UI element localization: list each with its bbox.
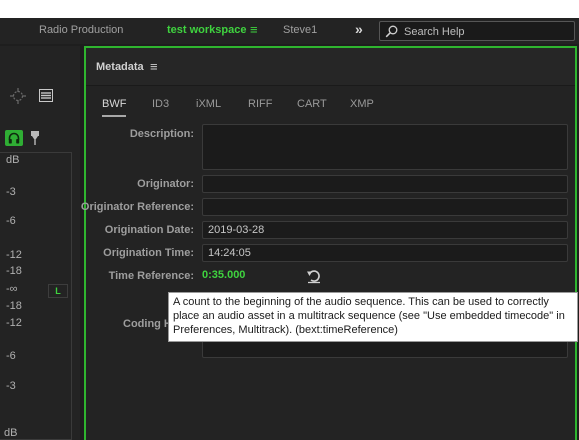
crosshair-icon[interactable] — [10, 88, 26, 104]
meter-label: -18 — [6, 300, 22, 312]
workspace-bar: Radio Production test workspace ≡ Steve1… — [0, 18, 579, 44]
time-reference-value[interactable]: 0:35.000 — [202, 269, 245, 281]
reset-icon[interactable] — [306, 268, 322, 284]
meter-label: -3 — [6, 380, 16, 392]
pin-icon[interactable] — [30, 130, 40, 146]
headphone-monitor-button[interactable] — [5, 130, 23, 146]
meter-header-unit: dB — [6, 154, 20, 166]
time-reference-label: Time Reference: — [108, 270, 194, 282]
meter-label: -12 — [6, 317, 22, 329]
description-label: Description: — [129, 128, 194, 140]
originator-label: Originator: — [137, 178, 194, 190]
origination-date-field[interactable]: 2019-03-28 — [202, 221, 568, 239]
meter-label: -6 — [6, 215, 16, 227]
tab-riff[interactable]: RIFF — [248, 98, 272, 110]
panel-header: Metadata ≡ — [86, 48, 575, 86]
coding-history-label: Coding H — [123, 318, 172, 330]
panel-menu-icon[interactable]: ≡ — [150, 59, 158, 74]
origination-time-field[interactable]: 14:24:05 — [202, 244, 568, 262]
tab-cart[interactable]: CART — [297, 98, 327, 110]
left-meter-panel: dB -3 -6 -12 -18 -∞ -18 -12 -6 -3 L dB — [0, 46, 80, 440]
tab-id3[interactable]: ID3 — [152, 98, 169, 110]
channel-l-badge[interactable]: L — [48, 284, 68, 298]
top-strip — [0, 0, 579, 18]
originator-reference-label: Originator Reference: — [80, 201, 194, 213]
tab-xmp[interactable]: XMP — [350, 98, 374, 110]
meter-label: -6 — [6, 350, 16, 362]
origination-date-label: Origination Date: — [104, 224, 194, 236]
workspace-steve1[interactable]: Steve1 — [283, 24, 317, 36]
origination-time-label: Origination Time: — [103, 247, 194, 259]
workspace-overflow-icon[interactable]: » — [355, 21, 363, 37]
meter-label: -∞ — [6, 283, 18, 295]
metadata-panel: Metadata ≡ BWF ID3 iXML RIFF CART XMP De… — [80, 46, 577, 440]
panel-title[interactable]: Metadata — [96, 61, 144, 73]
description-field[interactable] — [202, 124, 568, 170]
headphone-icon — [8, 132, 20, 144]
meter-label: -12 — [6, 249, 22, 261]
metadata-tabs: BWF ID3 iXML RIFF CART XMP — [86, 98, 575, 118]
search-help-box[interactable] — [379, 21, 575, 41]
list-icon[interactable] — [39, 89, 53, 102]
search-help-input[interactable] — [404, 24, 569, 39]
search-icon — [385, 25, 398, 38]
workspace-menu-icon[interactable]: ≡ — [250, 22, 258, 37]
meter-footer-unit: dB — [4, 427, 18, 439]
originator-field[interactable] — [202, 175, 568, 193]
tab-ixml[interactable]: iXML — [196, 98, 221, 110]
tab-bwf[interactable]: BWF — [102, 98, 127, 117]
time-reference-tooltip: A count to the beginning of the audio se… — [168, 292, 578, 342]
workspace-test-workspace[interactable]: test workspace — [167, 24, 246, 36]
originator-reference-field[interactable] — [202, 198, 568, 216]
meter-label: -18 — [6, 265, 22, 277]
meter-label: -3 — [6, 186, 16, 198]
workspace-radio-production[interactable]: Radio Production — [39, 24, 123, 36]
